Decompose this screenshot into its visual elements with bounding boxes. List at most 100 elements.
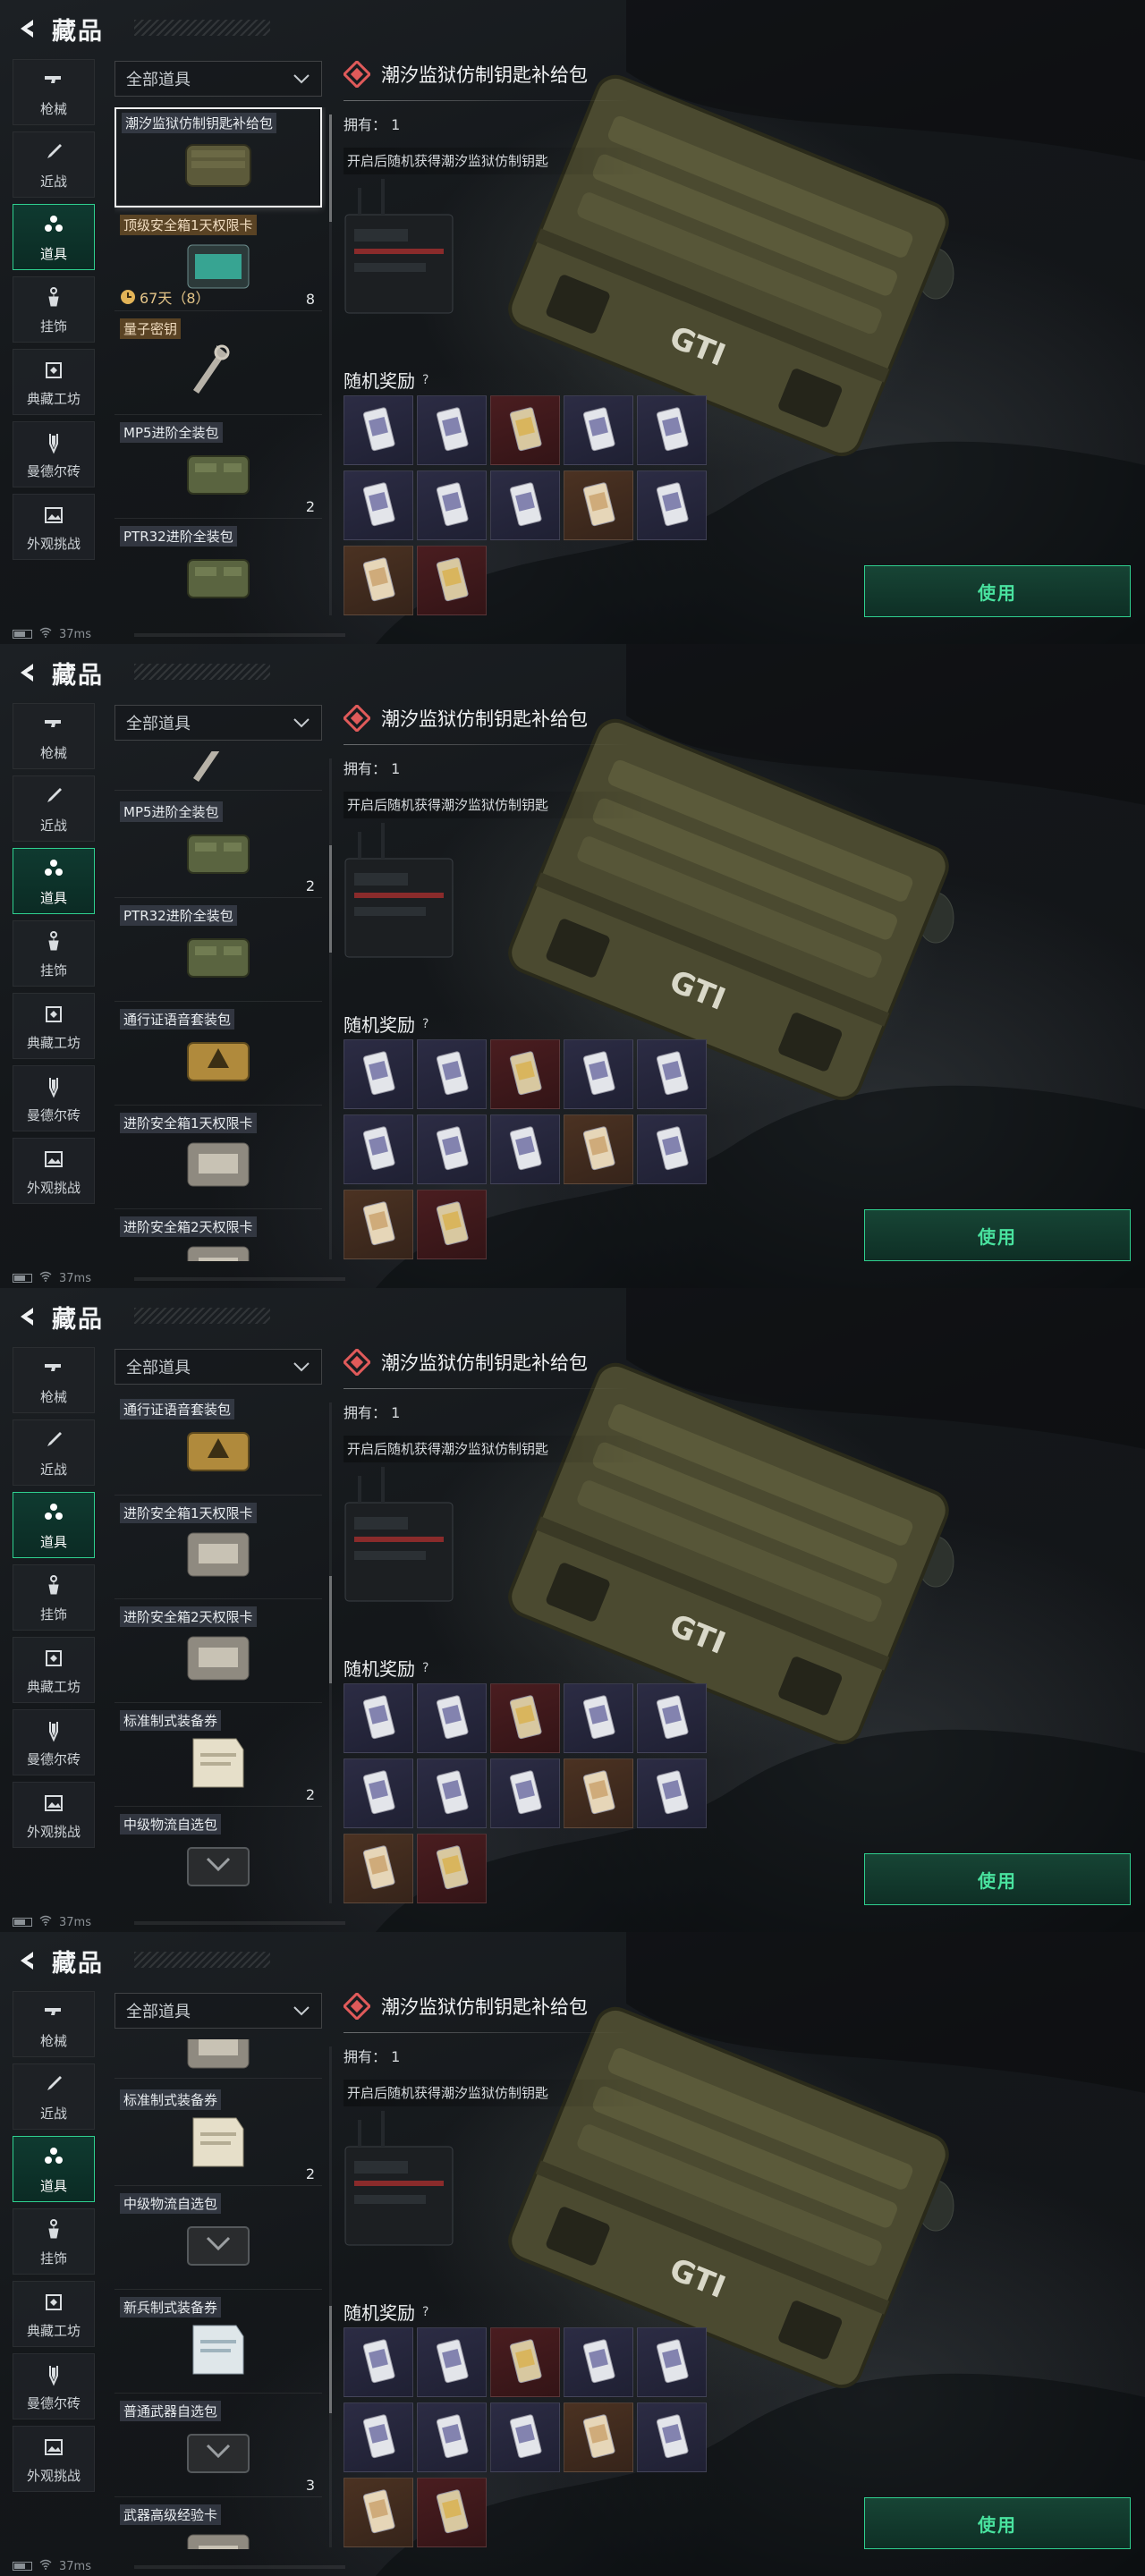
item-list[interactable]: 通行证语音套装包 进阶安全箱1天权限卡 进阶安全箱2天权限卡 标准制式装备券 2 中级物流… [114,1395,326,1905]
sidebar-item[interactable]: 挂饰 [13,1564,95,1631]
filter-dropdown[interactable]: 全部道具 [114,61,322,97]
item-card[interactable]: MP5进阶全装包 2 [114,419,322,519]
item-card[interactable]: 新兵制式装备券 [114,2293,322,2394]
reward-card[interactable] [564,1114,633,1184]
help-icon[interactable]: ? [422,373,428,387]
reward-card[interactable] [417,1758,487,1828]
sidebar-item[interactable]: 道具 [13,1492,95,1558]
sidebar-item[interactable]: 枪械 [13,59,95,125]
item-card[interactable]: PTR32进阶全装包 [114,902,322,1002]
item-card[interactable]: 通行证语音套装包 [114,1005,322,1106]
reward-card[interactable] [490,1039,560,1109]
reward-card[interactable] [417,395,487,465]
reward-card[interactable] [344,395,413,465]
sidebar-item[interactable]: 典藏工坊 [13,1637,95,1703]
reward-card[interactable] [417,2478,487,2547]
reward-card[interactable] [344,2402,413,2472]
reward-card[interactable] [344,470,413,540]
sidebar-item[interactable]: 枪械 [13,1347,95,1413]
reward-card[interactable] [417,546,487,615]
sidebar-item[interactable]: 外观挑战 [13,1138,95,1204]
sidebar-item[interactable]: 道具 [13,204,95,270]
reward-card[interactable] [564,1758,633,1828]
reward-card[interactable] [564,2327,633,2397]
item-card[interactable]: 进阶安全箱1天权限卡 [114,1499,322,1599]
item-card[interactable]: 标准制式装备券 2 [114,1707,322,1807]
list-scrollbar[interactable] [329,2046,332,2547]
sidebar-item[interactable]: 近战 [13,2063,95,2130]
reward-card[interactable] [344,1683,413,1753]
reward-card[interactable] [490,1683,560,1753]
reward-card[interactable] [344,1039,413,1109]
item-card[interactable]: PTR32进阶全装包 [114,522,322,617]
back-button[interactable] [7,1941,47,1980]
item-card[interactable]: 顶级安全箱1天权限卡 67天（8） 8 [114,211,322,311]
item-list[interactable]: 潮汐监狱仿制钥匙补给包 顶级安全箱1天权限卡 67天（8） 8 量子密钥 MP5进阶全装包… [114,107,326,617]
sidebar-item[interactable]: 枪械 [13,1991,95,2057]
reward-card[interactable] [490,1758,560,1828]
filter-dropdown[interactable]: 全部道具 [114,1349,322,1385]
help-icon[interactable]: ? [422,1017,428,1031]
sidebar-item[interactable]: 外观挑战 [13,2426,95,2492]
sidebar-item[interactable]: 挂饰 [13,276,95,343]
use-button[interactable]: 使用 [864,1209,1131,1261]
sidebar-item[interactable]: 典藏工坊 [13,349,95,415]
reward-card[interactable] [564,2402,633,2472]
item-card[interactable]: 普通武器自选包 3 [114,2397,322,2497]
sidebar-item[interactable]: 曼德尔砖 [13,2353,95,2419]
reward-card[interactable] [417,1039,487,1109]
reward-card[interactable] [637,1758,707,1828]
item-card[interactable]: 进阶安全箱2天权限卡 [114,1213,322,1261]
reward-card[interactable] [417,1114,487,1184]
reward-card[interactable] [564,395,633,465]
help-icon[interactable]: ? [422,2305,428,2319]
reward-card[interactable] [637,470,707,540]
sidebar-item[interactable]: 挂饰 [13,2208,95,2275]
reward-card[interactable] [564,1683,633,1753]
reward-card[interactable] [490,395,560,465]
reward-card[interactable] [417,1683,487,1753]
list-scrollbar[interactable] [329,1402,332,1903]
scrollbar-thumb[interactable] [329,845,332,953]
reward-card[interactable] [564,1039,633,1109]
reward-card[interactable] [344,1758,413,1828]
sidebar-item[interactable]: 典藏工坊 [13,2281,95,2347]
item-list[interactable]: 标准制式装备券 2 中级物流自选包 新兵制式装备券 普通武器自选包 3 武器高级经验卡 [114,2039,326,2549]
sidebar-item[interactable]: 外观挑战 [13,494,95,560]
item-card[interactable]: 通行证语音套装包 [114,1395,322,1496]
sidebar-item[interactable]: 曼德尔砖 [13,1709,95,1775]
sidebar-item[interactable]: 枪械 [13,703,95,769]
reward-card[interactable] [344,1834,413,1903]
sidebar-item[interactable]: 道具 [13,2136,95,2202]
reward-card[interactable] [417,2327,487,2397]
sidebar-item[interactable]: 挂饰 [13,920,95,987]
sidebar-item[interactable]: 外观挑战 [13,1782,95,1848]
reward-card[interactable] [564,470,633,540]
reward-card[interactable] [637,1039,707,1109]
sidebar-item[interactable]: 近战 [13,131,95,198]
item-card[interactable]: 潮汐监狱仿制钥匙补给包 [114,107,322,208]
item-card[interactable]: MP5进阶全装包 2 [114,798,322,898]
reward-card[interactable] [344,2327,413,2397]
reward-card[interactable] [637,1114,707,1184]
reward-card[interactable] [490,2327,560,2397]
reward-card[interactable] [417,2402,487,2472]
item-card[interactable]: 武器高级经验卡 [114,2501,322,2549]
scrollbar-thumb[interactable] [329,114,332,222]
reward-card[interactable] [417,1834,487,1903]
reward-card[interactable] [344,2478,413,2547]
item-card[interactable]: 中级物流自选包 [114,2190,322,2290]
item-card[interactable] [114,2039,322,2079]
sidebar-item[interactable]: 曼德尔砖 [13,421,95,487]
back-button[interactable] [7,653,47,692]
scrollbar-thumb[interactable] [329,2306,332,2413]
reward-card[interactable] [417,470,487,540]
sidebar-item[interactable]: 近战 [13,1419,95,1486]
reward-card[interactable] [490,470,560,540]
reward-card[interactable] [417,1190,487,1259]
item-card[interactable]: 标准制式装备券 2 [114,2086,322,2186]
sidebar-item[interactable]: 道具 [13,848,95,914]
reward-card[interactable] [490,2402,560,2472]
list-scrollbar[interactable] [329,758,332,1259]
sidebar-item[interactable]: 典藏工坊 [13,993,95,1059]
